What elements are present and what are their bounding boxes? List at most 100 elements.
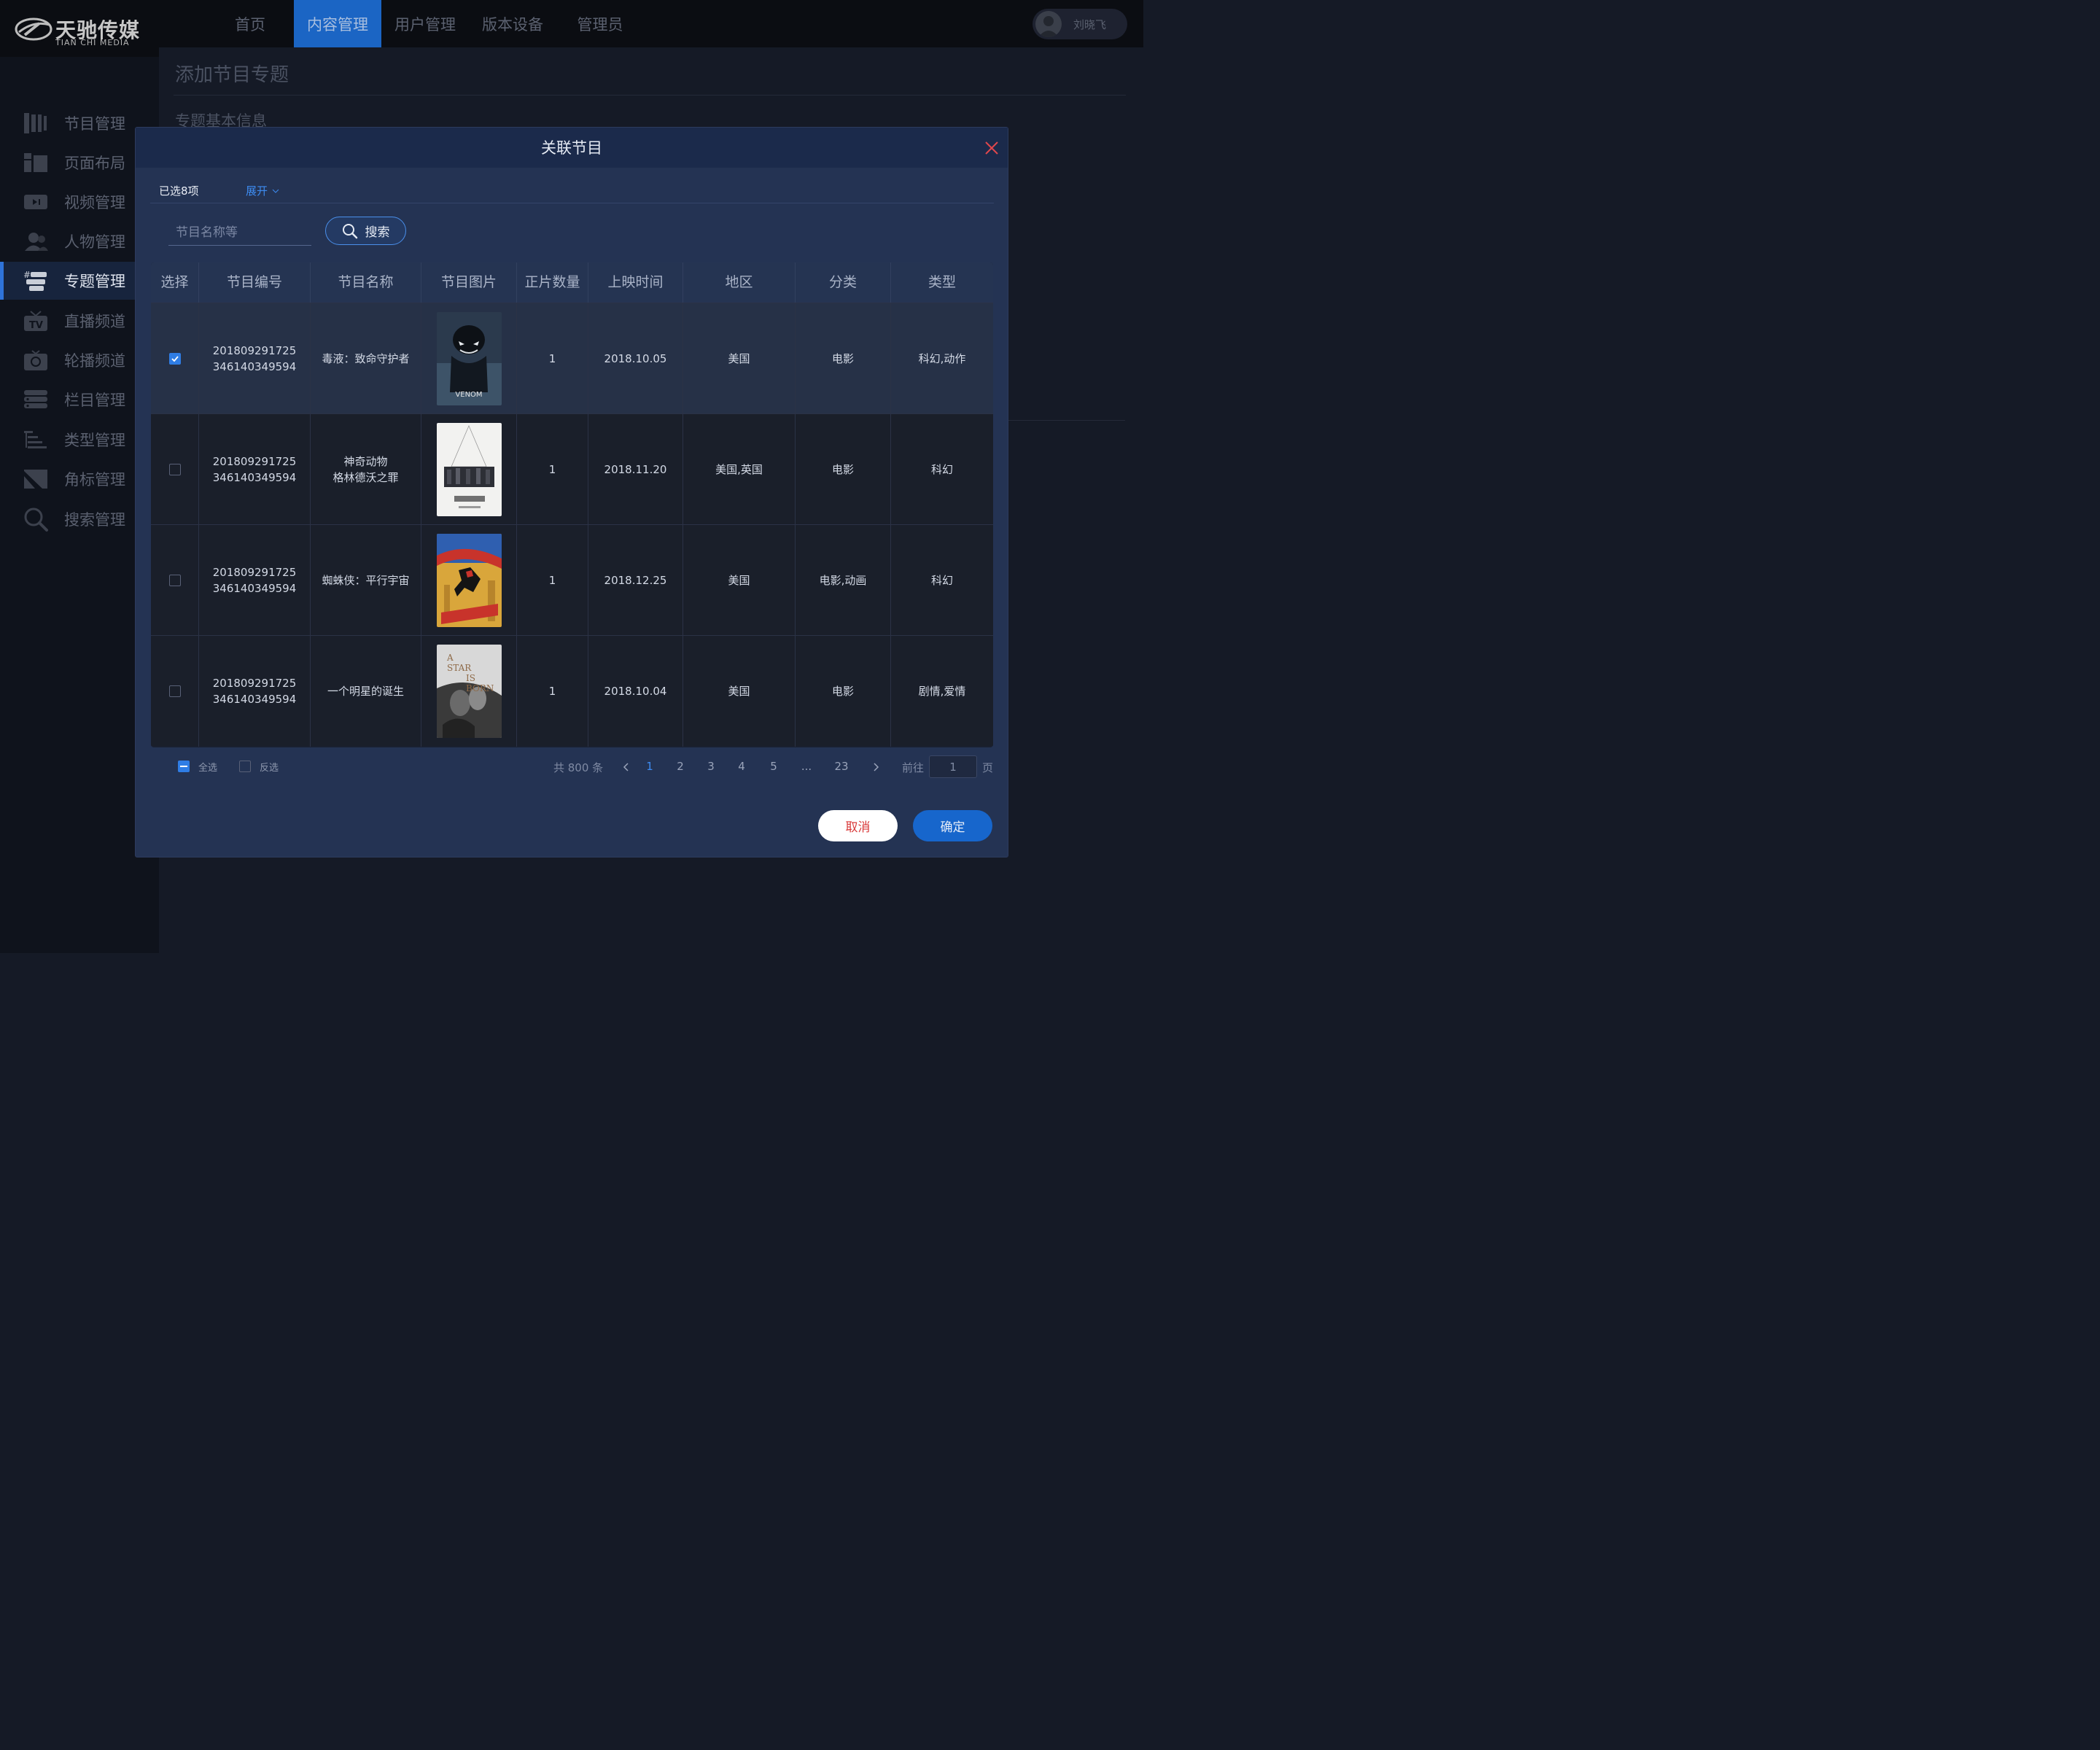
expand-label: 展开	[246, 184, 268, 198]
nav-content[interactable]: 内容管理	[294, 0, 381, 47]
region: 美国	[683, 525, 796, 636]
page-link[interactable]: 2	[672, 760, 689, 773]
carousel-icon	[23, 348, 48, 373]
close-icon[interactable]	[983, 139, 1000, 157]
sidebar-item-label: 专题管理	[64, 273, 125, 290]
nav-users[interactable]: 用户管理	[381, 0, 469, 47]
a-star-is-born-poster: A STAR IS BORN	[436, 645, 502, 738]
column-header: 节目名称	[311, 262, 421, 303]
select-all-checkbox[interactable]	[178, 761, 190, 772]
nav-admin[interactable]: 管理员	[564, 0, 637, 47]
program-id: 346140349594	[212, 360, 297, 373]
program-icon	[23, 111, 48, 136]
user-name: 刘晓飞	[1073, 18, 1107, 31]
badge-icon	[23, 467, 48, 491]
page-link[interactable]: 3	[702, 760, 720, 773]
page-ellipsis[interactable]: ...	[798, 760, 815, 773]
category: 电影	[796, 414, 891, 525]
region: 美国	[683, 303, 796, 414]
table-row[interactable]: 201809291725 346140349594 神奇动物 格林德沃之罪 1 20…	[151, 413, 993, 525]
user-menu[interactable]: 刘晓飞	[1032, 9, 1127, 39]
svg-text:BORN: BORN	[466, 683, 494, 693]
category: 电影	[796, 636, 891, 747]
cancel-button[interactable]: 取消	[818, 810, 898, 841]
column-header: 上映时间	[588, 262, 683, 303]
logo-mark-icon	[15, 18, 52, 41]
search-icon	[342, 223, 357, 238]
dialog-title: 关联节目	[541, 139, 602, 157]
program-id: 346140349594	[212, 693, 297, 706]
region: 美国,英国	[683, 414, 796, 525]
chevron-down-icon	[272, 189, 279, 193]
sidebar-item-label: 栏目管理	[64, 392, 125, 409]
genre: 科幻	[930, 463, 953, 476]
sidebar-item-label: 人物管理	[64, 233, 125, 251]
table-row[interactable]: 201809291725 346140349594 一个明星的诞生 A STAR …	[151, 635, 993, 747]
invert-selection-checkbox[interactable]	[239, 761, 251, 772]
sidebar-item-label: 轮播频道	[64, 352, 125, 370]
program-name: 毒液：致命守护者	[322, 352, 410, 365]
divider	[1008, 420, 1125, 421]
goto-label: 前往	[902, 761, 925, 774]
column-header: 类型	[928, 274, 956, 290]
row-checkbox[interactable]	[168, 575, 181, 586]
page-suffix: 页	[982, 761, 994, 774]
table-row[interactable]: 201809291725 346140349594 毒液：致命守护者 VENOM …	[151, 303, 993, 414]
spider-verse-poster	[436, 534, 502, 627]
chevron-right-icon[interactable]	[871, 762, 880, 772]
page-link[interactable]: 23	[833, 760, 850, 773]
program-table: 选择 节目编号 节目名称 节目图片 正片数量 上映时间 地区 分类 类型 201…	[151, 262, 993, 747]
table-row[interactable]: 201809291725 346140349594 蜘蛛侠：平行宇宙 1 2018…	[151, 524, 993, 636]
release-date: 2018.12.25	[588, 525, 683, 636]
program-name: 蜘蛛侠：平行宇宙	[322, 574, 410, 587]
svg-text:A: A	[446, 653, 454, 663]
top-nav: 首页 内容管理 用户管理 版本设备 管理员 刘晓飞	[159, 0, 1143, 47]
svg-text:IS: IS	[466, 673, 475, 683]
total-count: 共 800 条	[553, 761, 604, 774]
people-icon	[23, 229, 48, 254]
brand-name-en: TIAN CHI MEDIA	[55, 38, 130, 47]
svg-text:VENOM: VENOM	[455, 391, 482, 399]
row-checkbox[interactable]	[168, 685, 181, 697]
row-checkbox[interactable]	[168, 464, 181, 475]
program-id: 346140349594	[212, 582, 297, 595]
confirm-button[interactable]: 确定	[913, 810, 992, 841]
sidebar-item-label: 类型管理	[64, 432, 125, 449]
search-button-label: 搜索	[365, 225, 390, 240]
divider	[174, 95, 1126, 96]
column-header: 分类	[796, 262, 891, 303]
invert-selection-label[interactable]: 反选	[260, 760, 279, 774]
table-header: 选择 节目编号 节目名称 节目图片 正片数量 上映时间 地区 分类 类型	[151, 262, 993, 303]
nav-home[interactable]: 首页	[225, 0, 276, 47]
svg-text:STAR: STAR	[447, 663, 472, 673]
goto-page-input[interactable]	[929, 755, 977, 778]
sidebar-item-label: 页面布局	[64, 155, 125, 172]
page-link[interactable]: 5	[765, 760, 782, 773]
episode-count: 1	[517, 636, 588, 747]
search-input[interactable]	[168, 219, 311, 246]
episode-count: 1	[517, 414, 588, 525]
page-link[interactable]: 4	[733, 760, 750, 773]
genre: 剧情,爱情	[918, 685, 966, 698]
search-button[interactable]: 搜索	[325, 217, 406, 245]
category: 电影	[796, 303, 891, 414]
episode-count: 1	[517, 303, 588, 414]
nav-devices[interactable]: 版本设备	[469, 0, 556, 47]
chevron-left-icon[interactable]	[622, 762, 631, 772]
column-header: 地区	[683, 262, 796, 303]
page-link[interactable]: 1	[641, 760, 658, 773]
program-id: 201809291725	[212, 344, 297, 357]
page-title: 添加节目专题	[175, 64, 289, 86]
link-program-dialog: 关联节目 已选8项 展开 搜索 选择 节目编号 节目名称 节目图片 正片数量 上…	[135, 127, 1008, 858]
brand-logo: 天驰传媒 TIAN CHI MEDIA	[0, 0, 159, 57]
release-date: 2018.10.04	[588, 636, 683, 747]
region: 美国	[683, 636, 796, 747]
column-header: 节目图片	[421, 262, 517, 303]
tv-icon: TV	[23, 308, 48, 333]
expand-toggle[interactable]: 展开	[246, 183, 279, 198]
release-date: 2018.10.05	[588, 303, 683, 414]
row-checkbox[interactable]	[168, 353, 181, 365]
select-all-label[interactable]: 全选	[198, 760, 217, 774]
column-header: 节目编号	[199, 262, 311, 303]
topic-icon: #	[23, 268, 48, 293]
